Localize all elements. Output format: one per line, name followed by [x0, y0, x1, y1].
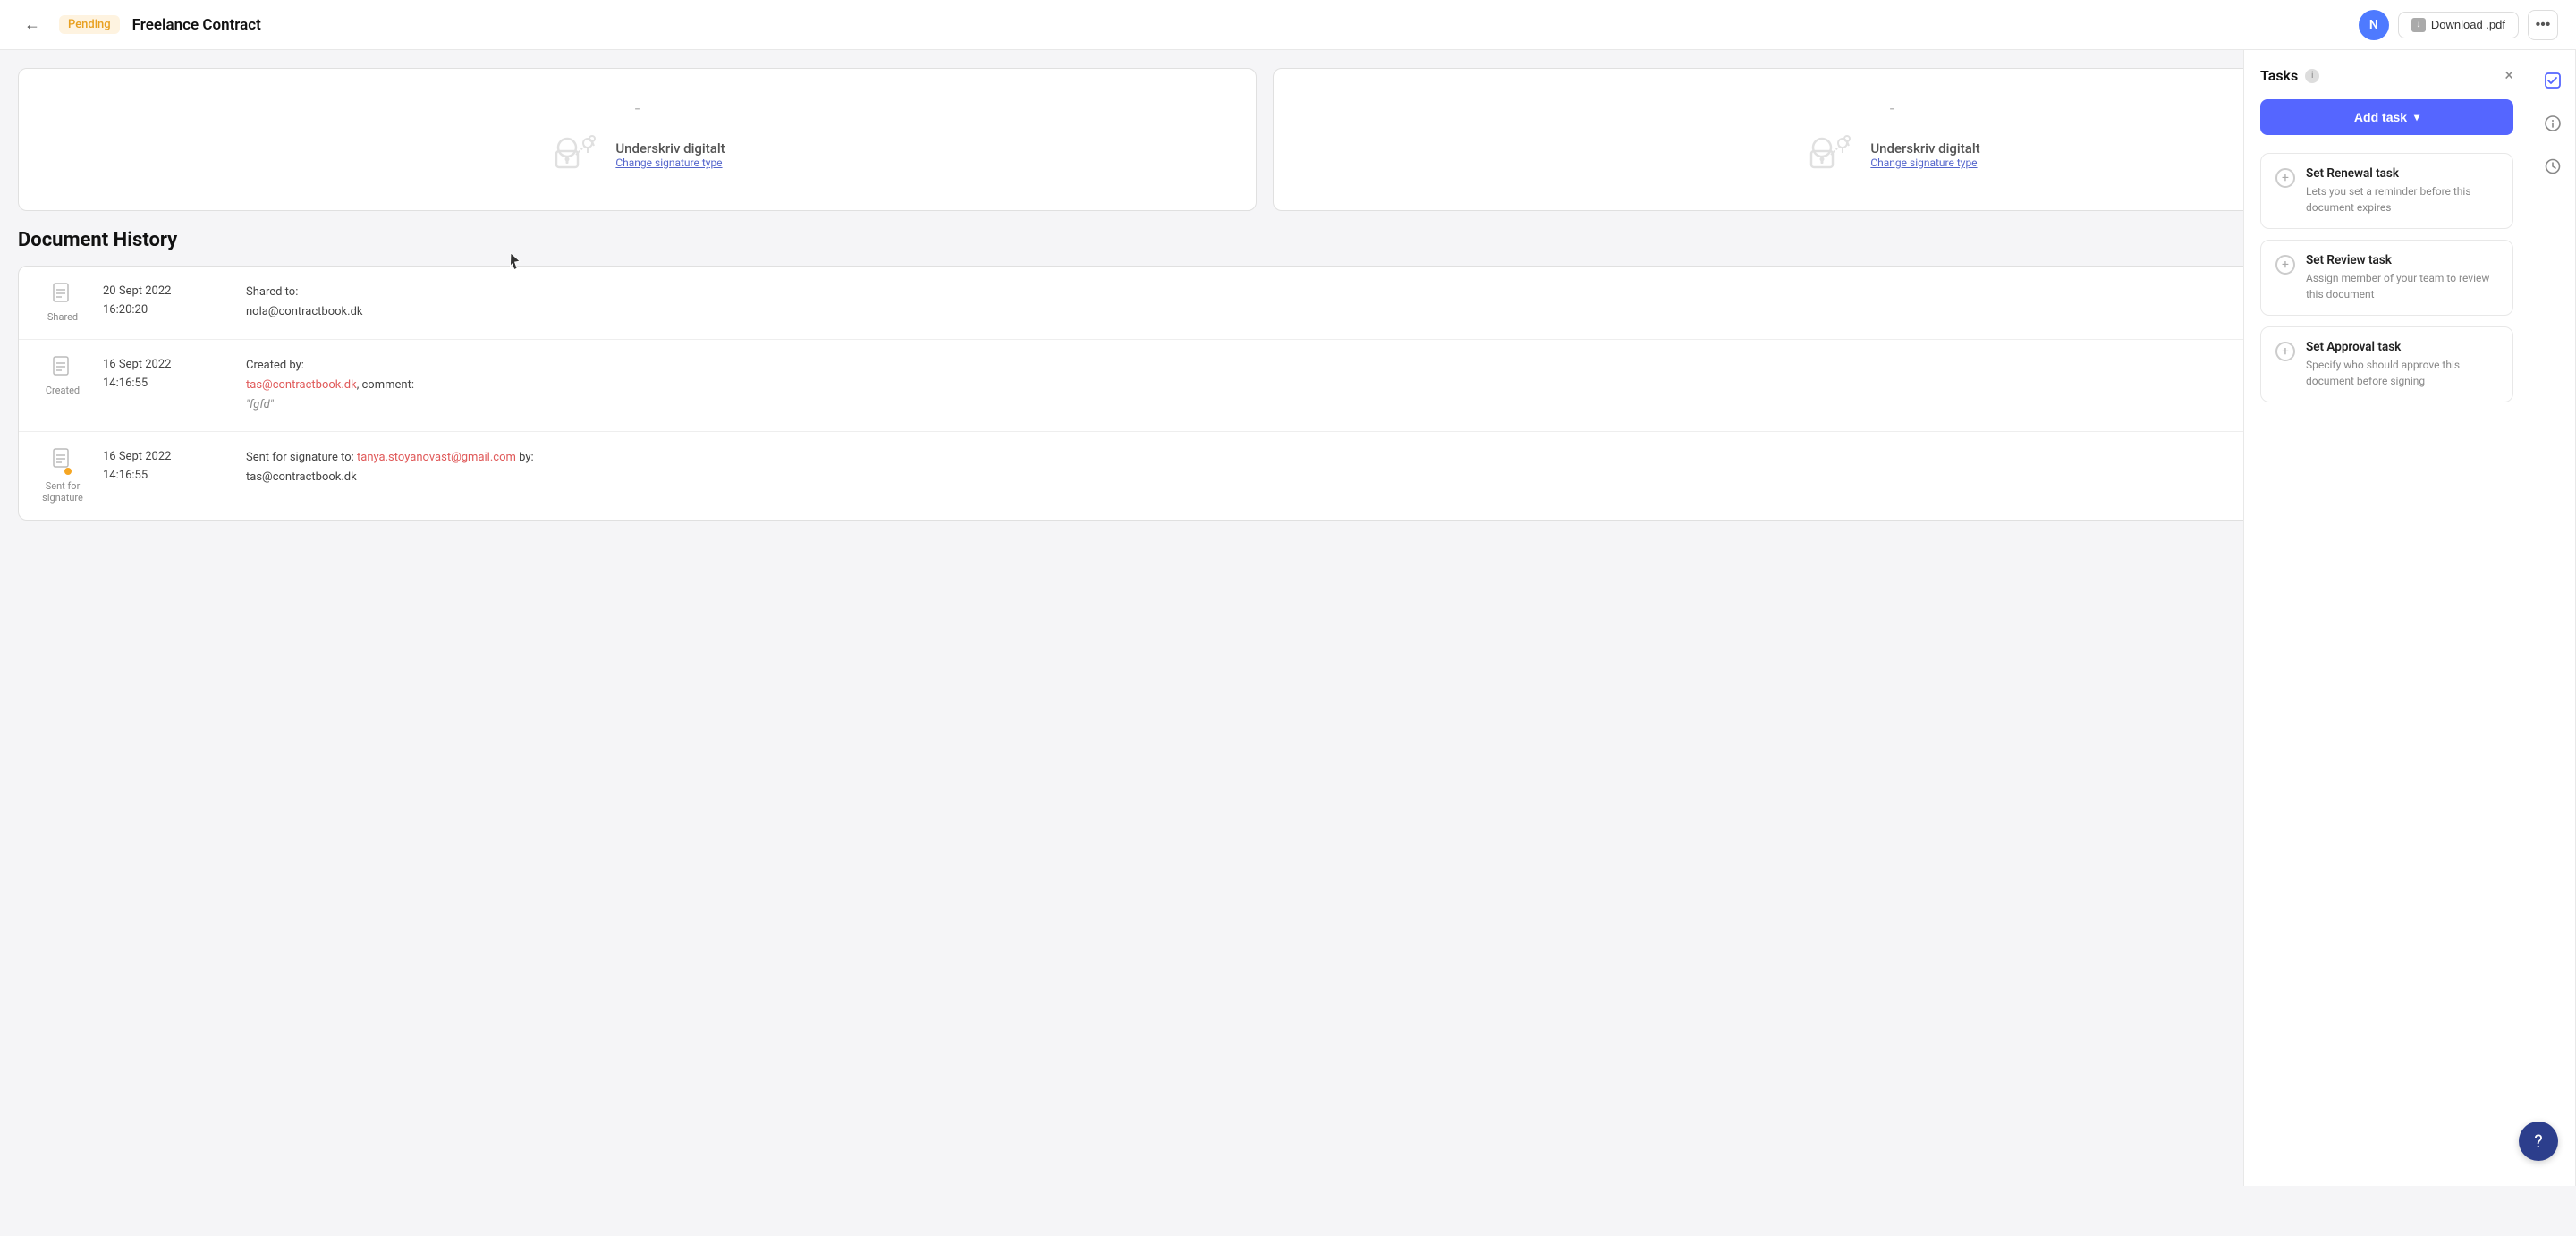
created-comment-value: "fgfd"	[246, 398, 274, 411]
tasks-close-button[interactable]: ×	[2504, 66, 2513, 85]
task-card-renewal: + Set Renewal task Lets you set a remind…	[2260, 153, 2513, 229]
add-task-caret: ▾	[2414, 111, 2419, 123]
change-sig-link-right[interactable]: Change signature type	[1870, 157, 1979, 169]
download-icon: ↓	[2411, 18, 2426, 32]
renewal-task-desc: Lets you set a reminder before this docu…	[2306, 183, 2498, 216]
help-button[interactable]: ?	[2519, 1122, 2558, 1161]
history-row-sent: Sent forsignature 16 Sept 202214:16:55 S…	[19, 432, 2511, 520]
more-options-button[interactable]: •••	[2528, 10, 2558, 40]
download-label: Download .pdf	[2431, 18, 2505, 31]
sent-dot-indicator	[64, 468, 72, 475]
history-date-created: 16 Sept 202214:16:55	[103, 356, 228, 394]
lock-icon-left	[549, 128, 603, 182]
panel-icon-wrap-right: Underskriv digitalt Change signature typ…	[1804, 128, 1979, 182]
lock-icon-right	[1804, 128, 1858, 182]
review-task-title: Set Review task	[2306, 253, 2498, 267]
history-detail-created: Created by: tas@contractbook.dk, comment…	[246, 356, 414, 415]
back-button[interactable]: ←	[18, 11, 47, 39]
history-icon-col-sent: Sent forsignature	[40, 448, 85, 504]
sent-label: Sent for signature to:	[246, 451, 354, 464]
avatar: N	[2359, 10, 2389, 40]
history-date-shared: 20 Sept 202216:20:20	[103, 283, 228, 320]
sent-by-label: by:	[519, 451, 534, 464]
tasks-icon-button[interactable]	[2538, 66, 2567, 95]
history-icon-button[interactable]	[2538, 152, 2567, 181]
change-sig-link-left[interactable]: Change signature type	[615, 157, 724, 169]
add-task-label: Add task	[2354, 110, 2407, 124]
approval-task-title: Set Approval task	[2306, 340, 2498, 354]
document-title: Freelance Contract	[132, 16, 2346, 34]
sent-to-email: tanya.stoyanovast@gmail.com	[357, 451, 516, 464]
sent-icon-wrap	[52, 448, 73, 477]
history-status-shared: Shared	[47, 311, 78, 323]
shared-to-email: nola@contractbook.dk	[246, 305, 363, 318]
panel-dash-right: -	[1890, 97, 1895, 119]
history-status-sent: Sent forsignature	[42, 480, 83, 504]
approval-card-content: Set Approval task Specify who should app…	[2306, 340, 2498, 389]
tasks-panel: Tasks i × Add task ▾ + Set Renewal task …	[2243, 50, 2529, 1186]
history-status-created: Created	[46, 385, 80, 396]
renewal-plus-button[interactable]: +	[2275, 168, 2295, 188]
panel-sign-info-left: Underskriv digitalt Change signature typ…	[615, 140, 724, 169]
history-row-shared: Shared 20 Sept 202216:20:20 Shared to: n…	[19, 267, 2511, 340]
history-icon-col-created: Created	[40, 356, 85, 396]
created-by-label: Created by:	[246, 359, 304, 372]
document-history-title: Document History	[18, 229, 2512, 251]
main-content: - Underskriv digitalt	[0, 50, 2529, 1186]
history-row-created: Created 16 Sept 202214:16:55 Created by:…	[19, 340, 2511, 432]
tasks-info-icon[interactable]: i	[2305, 69, 2319, 83]
renewal-card-content: Set Renewal task Lets you set a reminder…	[2306, 166, 2498, 216]
history-date-sent: 16 Sept 202214:16:55	[103, 448, 228, 486]
review-card-content: Set Review task Assign member of your te…	[2306, 253, 2498, 302]
history-detail-shared: Shared to: nola@contractbook.dk	[246, 283, 363, 322]
tasks-title: Tasks	[2260, 67, 2298, 84]
history-table: Shared 20 Sept 202216:20:20 Shared to: n…	[18, 266, 2512, 521]
panel-sign-label-right: Underskriv digitalt	[1870, 140, 1979, 157]
task-card-approval: + Set Approval task Specify who should a…	[2260, 326, 2513, 402]
info-icon-button[interactable]	[2538, 109, 2567, 138]
review-plus-button[interactable]: +	[2275, 255, 2295, 275]
panel-sign-info-right: Underskriv digitalt Change signature typ…	[1870, 140, 1979, 169]
task-card-review: + Set Review task Assign member of your …	[2260, 240, 2513, 316]
shared-doc-icon	[52, 283, 73, 308]
review-task-desc: Assign member of your team to review thi…	[2306, 270, 2498, 302]
doc-panel-left: - Underskriv digitalt	[18, 68, 1257, 211]
topbar: ← Pending Freelance Contract N ↓ Downloa…	[0, 0, 2576, 50]
download-button[interactable]: ↓ Download .pdf	[2398, 12, 2519, 38]
panel-dash-left: -	[635, 97, 640, 119]
shared-to-label: Shared to:	[246, 285, 298, 299]
panel-icon-wrap-left: Underskriv digitalt Change signature typ…	[549, 128, 724, 182]
history-icon-col-shared: Shared	[40, 283, 85, 323]
renewal-task-title: Set Renewal task	[2306, 166, 2498, 181]
approval-task-desc: Specify who should approve this document…	[2306, 357, 2498, 389]
tasks-title-row: Tasks i	[2260, 67, 2319, 84]
created-by-email: tas@contractbook.dk	[246, 378, 357, 392]
created-doc-icon	[52, 356, 73, 381]
topbar-right: N ↓ Download .pdf •••	[2359, 10, 2558, 40]
side-icons	[2529, 50, 2576, 1186]
doc-panels: - Underskriv digitalt	[18, 50, 2512, 220]
tasks-header: Tasks i ×	[2244, 50, 2529, 94]
document-history-section: Document History Shared 20 Sept	[18, 229, 2512, 521]
add-task-button[interactable]: Add task ▾	[2260, 99, 2513, 135]
panel-sign-label-left: Underskriv digitalt	[615, 140, 724, 157]
layout: - Underskriv digitalt	[0, 50, 2576, 1186]
created-comment-label: , comment:	[357, 378, 414, 392]
approval-plus-button[interactable]: +	[2275, 342, 2295, 361]
pending-badge: Pending	[59, 15, 120, 34]
sent-by-email: tas@contractbook.dk	[246, 470, 357, 484]
history-detail-sent: Sent for signature to: tanya.stoyanovast…	[246, 448, 534, 487]
